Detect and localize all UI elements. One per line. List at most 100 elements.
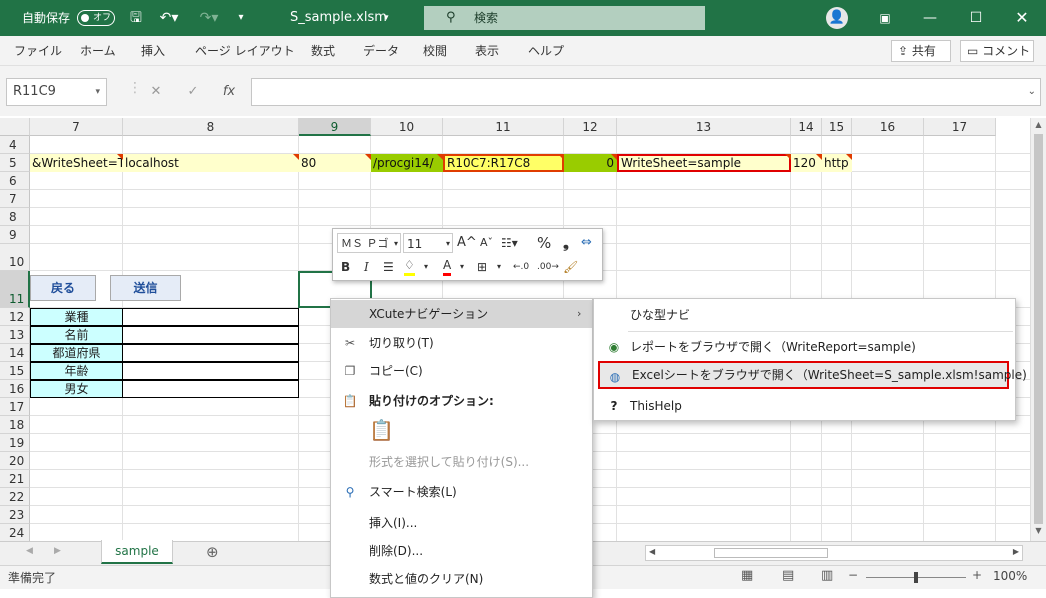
row-header[interactable]: 23	[0, 506, 30, 524]
cell-r5c13[interactable]: WriteSheet=sample	[617, 154, 791, 172]
menu-item-cut[interactable]: ✂ 切り取り(T)	[331, 329, 592, 357]
decrease-decimal-icon[interactable]: .00→	[537, 257, 559, 277]
font-color-icon[interactable]: A	[443, 257, 452, 276]
format-painter-icon[interactable]: 🖌	[563, 257, 578, 277]
menu-item-help[interactable]: ? ThisHelp	[594, 392, 1015, 420]
menu-item-delete[interactable]: 削除(D)...	[331, 537, 592, 565]
row-header[interactable]: 14	[0, 344, 30, 362]
row-header[interactable]: 13	[0, 326, 30, 344]
form-input[interactable]	[122, 362, 299, 380]
comment-button[interactable]: ▭ コメント	[960, 40, 1034, 62]
zoom-out-icon[interactable]: −	[848, 568, 858, 582]
formula-input[interactable]: ⌄	[251, 78, 1041, 106]
column-header[interactable]: 12	[564, 118, 617, 136]
row-header[interactable]: 20	[0, 452, 30, 470]
merge-center-icon[interactable]: ⇔	[581, 233, 592, 253]
cell-r5c8[interactable]: localhost	[123, 154, 299, 172]
menu-item-report[interactable]: ◉ レポートをブラウザで開く（WriteReport=sample)	[594, 333, 1015, 361]
fill-color-icon[interactable]: ♢	[404, 257, 415, 276]
tab-page-layout[interactable]: ページ レイアウト	[195, 36, 295, 66]
prev-sheet-icon[interactable]: ◀	[26, 546, 33, 556]
menu-item-xcute[interactable]: XCuteナビゲーション ›	[331, 300, 592, 328]
undo-icon[interactable]: ↶▾	[156, 0, 182, 36]
form-input[interactable]	[122, 326, 299, 344]
row-header[interactable]: 6	[0, 172, 30, 190]
insert-function-icon[interactable]: fx	[217, 78, 241, 106]
cancel-icon[interactable]: ✕	[144, 78, 168, 106]
paste-icon[interactable]: 📋	[369, 417, 394, 443]
tab-view[interactable]: 表示	[475, 36, 499, 66]
row-header[interactable]: 4	[0, 136, 30, 154]
row-header[interactable]: 24	[0, 524, 30, 541]
name-box[interactable]: R11C9 ▾	[6, 78, 107, 106]
search-box[interactable]: ⚲ 検索	[424, 6, 705, 30]
row-header[interactable]: 18	[0, 416, 30, 434]
column-header[interactable]: 14	[791, 118, 822, 136]
cell-r5c10[interactable]: /procgi14/	[371, 154, 443, 172]
bold-icon[interactable]: B	[341, 257, 350, 277]
horizontal-scrollbar[interactable]: ◀ ▶	[645, 545, 1023, 561]
increase-decimal-icon[interactable]: ←.0	[513, 257, 529, 277]
grow-font-icon[interactable]: A^	[457, 233, 477, 253]
row-header[interactable]: 22	[0, 488, 30, 506]
redo-icon[interactable]: ↷▾	[196, 0, 222, 36]
scroll-left-icon[interactable]: ◀	[649, 547, 655, 556]
add-sheet-icon[interactable]: ⊕	[206, 543, 219, 561]
column-header[interactable]: 11	[443, 118, 564, 136]
tab-file[interactable]: ファイル	[14, 36, 62, 66]
normal-view-icon[interactable]: ▦	[741, 568, 753, 583]
form-input[interactable]	[122, 308, 299, 326]
shrink-font-icon[interactable]: Aˇ	[480, 233, 493, 253]
next-sheet-icon[interactable]: ▶	[54, 546, 61, 556]
share-button[interactable]: ⇪ 共有	[891, 40, 951, 62]
percent-style-icon[interactable]: %	[537, 233, 551, 253]
zoom-in-icon[interactable]: +	[972, 568, 982, 582]
zoom-slider-thumb[interactable]	[914, 572, 918, 583]
cell-r5c9[interactable]: 80	[299, 154, 371, 172]
row-header[interactable]: 12	[0, 308, 30, 326]
scroll-right-icon[interactable]: ▶	[1013, 547, 1019, 556]
row-header[interactable]: 11	[0, 271, 30, 308]
column-header[interactable]: 10	[371, 118, 443, 136]
ribbon-display-icon[interactable]: ▣	[875, 0, 895, 36]
tab-insert[interactable]: 挿入	[141, 36, 165, 66]
tab-review[interactable]: 校閲	[423, 36, 447, 66]
chevron-down-icon[interactable]: ▾	[424, 257, 428, 277]
column-header[interactable]: 17	[924, 118, 996, 136]
column-header[interactable]: 15	[822, 118, 852, 136]
row-header[interactable]: 15	[0, 362, 30, 380]
vertical-scrollbar[interactable]: ▲ ▼	[1030, 118, 1046, 541]
menu-item-insert[interactable]: 挿入(I)...	[331, 509, 592, 537]
close-icon[interactable]: ✕	[1012, 0, 1032, 36]
row-header[interactable]: 19	[0, 434, 30, 452]
page-layout-icon[interactable]: ▤	[782, 568, 794, 583]
cell-r5c7[interactable]: &WriteSheet=T	[30, 154, 123, 172]
row-header[interactable]: 21	[0, 470, 30, 488]
back-button[interactable]: 戻る	[30, 275, 96, 301]
menu-item-copy[interactable]: ❐ コピー(C)	[331, 357, 592, 385]
avatar[interactable]: 👤	[826, 7, 848, 29]
tab-data[interactable]: データ	[363, 36, 399, 66]
accounting-format-icon[interactable]: ☷▾	[501, 233, 518, 253]
scroll-thumb[interactable]	[1034, 134, 1043, 524]
italic-icon[interactable]: I	[364, 257, 369, 277]
column-header[interactable]: 8	[123, 118, 299, 136]
menu-item-smart-lookup[interactable]: ⚲ スマート検索(L)	[331, 478, 592, 506]
zoom-level[interactable]: 100%	[993, 569, 1027, 583]
chevron-down-icon[interactable]: ▾	[460, 257, 464, 277]
save-icon[interactable]: 🖫	[126, 0, 146, 36]
borders-icon[interactable]: ⊞	[477, 257, 487, 277]
menu-item-hina[interactable]: ひな型ナビ	[594, 301, 1015, 329]
column-header[interactable]: 7	[30, 118, 123, 136]
row-header[interactable]: 17	[0, 398, 30, 416]
scroll-thumb[interactable]	[714, 548, 828, 558]
chevron-down-icon[interactable]: ▾	[95, 79, 100, 105]
column-header[interactable]: 13	[617, 118, 791, 136]
minimize-icon[interactable]: —	[920, 0, 940, 36]
send-button[interactable]: 送信	[110, 275, 181, 301]
row-header[interactable]: 9	[0, 226, 30, 244]
column-header[interactable]: 9	[299, 118, 371, 136]
row-header[interactable]: 16	[0, 380, 30, 398]
enter-icon[interactable]: ✓	[181, 78, 205, 106]
cell-r5c11[interactable]: R10C7:R17C8	[443, 154, 564, 172]
